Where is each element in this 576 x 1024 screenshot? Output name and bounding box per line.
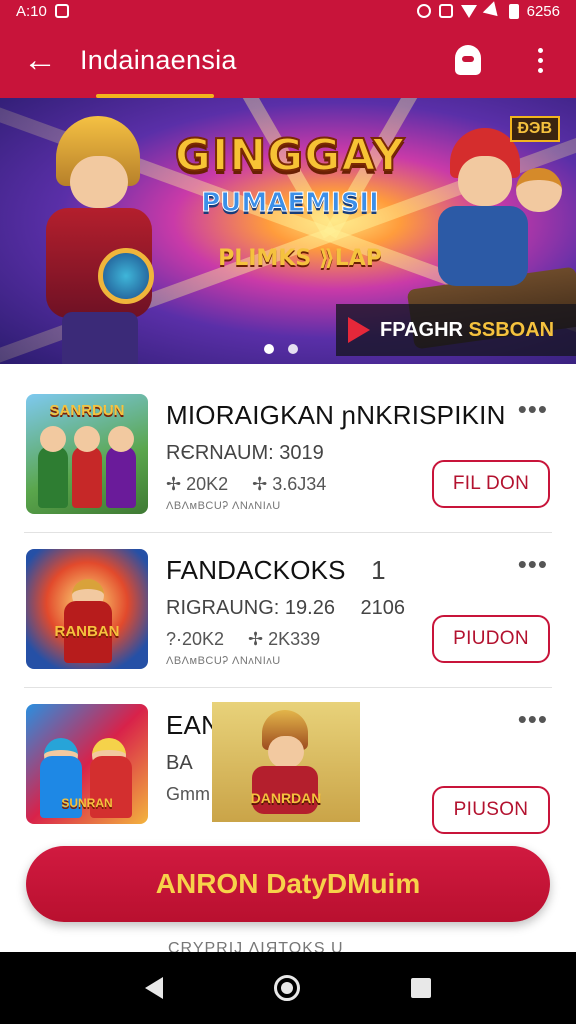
status-time: A:10 <box>16 2 47 20</box>
game-thumbnail: SANRDUN <box>26 394 148 514</box>
status-clock: 6256 <box>526 2 560 20</box>
game-subtext: ɅВɅᴍBCUᎮ ɅNᴧNIᴧU <box>166 500 281 512</box>
banner-title: GINGGAY <box>174 129 406 182</box>
download-button[interactable]: PIUDON <box>432 615 550 663</box>
nfc-icon <box>438 4 453 18</box>
carousel-indicator <box>264 344 298 354</box>
game-title-number: 1 <box>371 555 386 585</box>
game-thumbnail: RANBAN <box>26 549 148 669</box>
carousel-dot[interactable] <box>264 344 274 354</box>
signal-icon <box>482 0 503 22</box>
strip-text-a: FPAGHR <box>380 318 463 341</box>
list-item[interactable]: SANRDUN MIORAIGKAN ɲNKRISPIKIN RЄRNAUM: … <box>24 378 552 533</box>
download-button[interactable]: FIL DON <box>432 460 550 508</box>
nav-home-icon[interactable] <box>273 975 300 1001</box>
wifi-icon <box>460 4 477 18</box>
thumbnail-title: RANBAN <box>54 623 120 640</box>
alarm-icon <box>416 4 431 18</box>
floating-game-card[interactable]: DANRDAN <box>212 702 360 822</box>
banner-subtitle: PUMAEMISII <box>201 188 380 219</box>
banner-tag: PLIMKS ⟫LAP <box>218 246 382 271</box>
ghost-icon <box>455 45 481 75</box>
thumbnail-title: SANRDUN <box>49 402 125 419</box>
download-button[interactable]: PIUSON <box>432 786 550 834</box>
nav-recents-icon[interactable] <box>410 978 431 998</box>
game-rating: RЄRNAUM: 3019 <box>166 442 324 464</box>
game-title: MIORAIGKAN ɲNKRISPIKIN <box>166 400 506 430</box>
game-rating: RIGRAUNG: 19.26 <box>166 597 335 619</box>
profile-button[interactable] <box>432 22 504 98</box>
play-icon <box>348 317 370 343</box>
system-nav-bar <box>0 952 576 1024</box>
game-rating: BA <box>166 752 193 774</box>
floating-card-title: DANRDAN <box>250 790 322 806</box>
page-title: Indainaensia <box>80 44 237 75</box>
overflow-menu-button[interactable] <box>504 22 576 98</box>
game-thumbnail: SUNRAN <box>26 704 148 824</box>
list-item[interactable]: RANBAN FANDACKOKS 1 RIGRAUNG: 19.26 2106… <box>24 533 552 688</box>
more-vertical-icon <box>537 47 543 73</box>
stat-reviews: ✢ 3.6J34 <box>252 474 327 494</box>
game-title: FANDACKOKS <box>166 555 346 585</box>
nav-back-icon[interactable] <box>145 977 164 999</box>
warrior-character-art <box>22 116 172 364</box>
battery-icon <box>508 3 519 19</box>
banner-badge: ĐЭB <box>509 116 560 142</box>
stat-downloads: ?·20K2 <box>166 629 225 649</box>
app-bar: ← Indainaensia <box>0 22 576 98</box>
game-subtext: ɅВɅᴍBCUᎮ ɅNᴧNIᴧU <box>166 655 281 667</box>
back-arrow-icon[interactable]: ← <box>0 22 80 98</box>
carousel-dot[interactable] <box>288 344 298 354</box>
notification-icon <box>54 4 69 18</box>
stat-downloads: ✢ 20K2 <box>166 474 229 494</box>
strip-text-b: SSBOAN <box>468 318 555 341</box>
more-horizontal-icon[interactable]: ••• <box>518 396 548 422</box>
primary-cta-button[interactable]: ANRON DatyDMuim <box>26 846 550 922</box>
stat-reviews: ✢ 2K339 <box>248 629 321 649</box>
promo-banner[interactable]: GINGGAY PUMAEMISII PLIMKS ⟫LAP ĐЭB FPAGH… <box>0 98 576 364</box>
thumbnail-title: SUNRAN <box>61 796 113 810</box>
status-bar: A:10 6256 <box>0 0 576 22</box>
game-rating-extra: 2106 <box>360 597 406 619</box>
play-trailer-strip[interactable]: FPAGHR SSBOAN <box>336 304 576 356</box>
more-horizontal-icon[interactable]: ••• <box>518 551 548 577</box>
more-horizontal-icon[interactable]: ••• <box>518 706 548 732</box>
stat-downloads: Gmm <box>166 784 210 804</box>
